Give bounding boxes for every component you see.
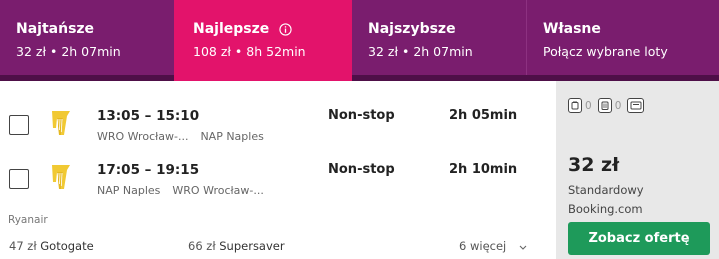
fare-type: Standardowy	[568, 183, 644, 197]
view-offer-button[interactable]: Zobacz ofertę	[568, 222, 710, 255]
more-offers-toggle[interactable]: 6 więcej	[459, 239, 527, 253]
ryanair-harp-icon	[52, 111, 70, 135]
sort-tabs: Najtańsze 32 zł • 2h 07min Najlepsze 108…	[0, 0, 719, 75]
inbound-origin: NAP Naples	[97, 184, 161, 197]
tab-best-title: Najlepsze	[193, 21, 270, 37]
seat-icon	[627, 98, 645, 113]
ryanair-harp-icon	[52, 165, 70, 189]
tab-fastest[interactable]: Najszybsze 32 zł • 2h 07min	[352, 0, 526, 75]
more-offers-label: 6 więcej	[459, 239, 507, 253]
info-icon[interactable]	[279, 22, 292, 36]
outbound-duration: 2h 05min	[449, 108, 518, 123]
tab-best[interactable]: Najlepsze 108 zł • 8h 52min	[174, 0, 352, 75]
tab-custom-summary: Połącz wybrane loty	[543, 44, 668, 59]
inbound-route: NAP Naples WRO Wrocław-...	[97, 184, 264, 197]
outbound-origin: WRO Wrocław-...	[97, 130, 189, 143]
tab-cheapest-title: Najtańsze	[16, 21, 95, 37]
provider-name: Booking.com	[568, 202, 643, 216]
price-panel: 0 0 32 zł Standardowy Booking.com Zobacz…	[556, 81, 719, 259]
outbound-times: 13:05 – 15:10	[97, 108, 200, 124]
inbound-checkbox[interactable]	[9, 169, 29, 189]
inbound-destination: WRO Wrocław-...	[172, 184, 264, 197]
cabin-bag-count: 0	[585, 99, 592, 112]
cabin-bag-icon	[568, 98, 582, 113]
carrier-name: Ryanair	[8, 214, 48, 226]
checked-bag-icon	[597, 98, 612, 113]
offer-supersaver[interactable]: 66 zł Supersaver	[188, 239, 285, 253]
baggage-info: 0 0	[568, 98, 645, 113]
outbound-route: WRO Wrocław-... NAP Naples	[97, 130, 264, 143]
tab-fastest-title: Najszybsze	[368, 21, 456, 37]
outbound-checkbox[interactable]	[9, 115, 29, 135]
tab-best-summary: 108 zł • 8h 52min	[193, 44, 306, 59]
tab-best-title-row: Najlepsze	[193, 20, 352, 38]
tab-custom-title: Własne	[543, 21, 601, 37]
tab-cheapest[interactable]: Najtańsze 32 zł • 2h 07min	[0, 0, 174, 75]
offer-site: Supersaver	[219, 239, 285, 253]
outbound-leg: 13:05 – 15:10 WRO Wrocław-... NAP Naples …	[0, 108, 556, 152]
tab-cheapest-summary: 32 zł • 2h 07min	[16, 44, 121, 59]
offer-gotogate[interactable]: 47 zł Gotogate	[9, 239, 94, 253]
chevron-down-icon	[519, 245, 527, 250]
flight-result-card: 13:05 – 15:10 WRO Wrocław-... NAP Naples …	[0, 81, 719, 259]
inbound-times: 17:05 – 19:15	[97, 162, 200, 178]
offer-price: 47 zł	[9, 239, 37, 253]
tab-custom[interactable]: Własne Połącz wybrane loty	[526, 0, 719, 75]
offer-site: Gotogate	[40, 239, 94, 253]
checked-bag-count: 0	[614, 99, 622, 112]
tab-fastest-summary: 32 zł • 2h 07min	[368, 44, 473, 59]
inbound-leg: 17:05 – 19:15 NAP Naples WRO Wrocław-... …	[0, 162, 556, 206]
inbound-duration: 2h 10min	[449, 162, 518, 177]
outbound-stops: Non-stop	[328, 108, 395, 123]
outbound-destination: NAP Naples	[200, 130, 264, 143]
inbound-stops: Non-stop	[328, 162, 395, 177]
offer-price: 66 zł	[188, 239, 216, 253]
price: 32 zł	[568, 154, 620, 176]
other-offers: 47 zł Gotogate 66 zł Supersaver 6 więcej	[0, 236, 556, 256]
